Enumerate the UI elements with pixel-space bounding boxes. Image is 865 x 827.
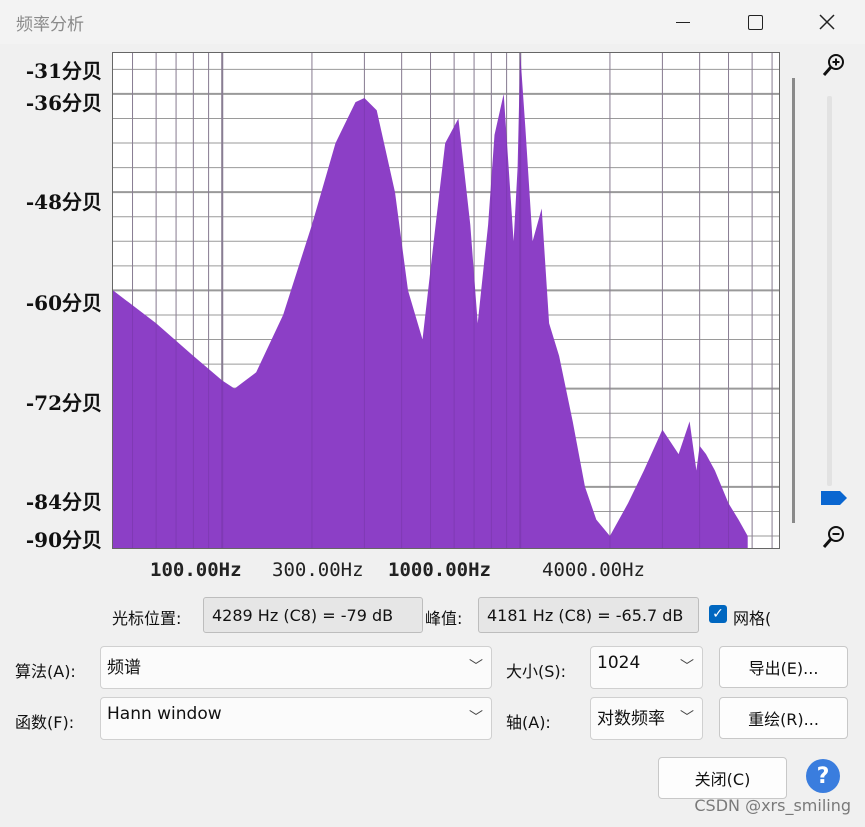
axis-label: 轴(A): <box>506 713 551 732</box>
peak-field: 4181 Hz (C8) = -65.7 dB <box>478 597 699 633</box>
chevron-down-icon: ﹀ <box>469 710 483 726</box>
minimize-icon <box>676 21 690 23</box>
y-tick-label: -36分贝 <box>25 91 102 115</box>
chevron-down-icon: ﹀ <box>680 659 694 675</box>
peak-label: 峰值: <box>425 609 463 628</box>
plot-scrollbar[interactable] <box>792 78 795 523</box>
zoom-slider-thumb[interactable] <box>820 490 848 506</box>
window-title: 频率分析 <box>16 15 84 35</box>
function-value: Hann window <box>107 704 222 724</box>
close-button[interactable]: 关闭(C) <box>658 757 787 799</box>
zoom-slider-track[interactable] <box>827 96 832 486</box>
grid-checkbox[interactable]: ✓ <box>709 605 727 623</box>
y-tick-label: -31分贝 <box>25 59 102 83</box>
y-tick-label: -84分贝 <box>25 490 102 514</box>
maximize-icon <box>747 14 763 30</box>
algorithm-select[interactable]: 频谱 ﹀ <box>100 646 492 689</box>
x-tick-label: 100.00Hz <box>150 559 242 581</box>
y-tick-label: -48分贝 <box>25 190 102 214</box>
zoom-in-icon[interactable] <box>822 52 846 78</box>
checkmark-icon: ✓ <box>712 606 724 622</box>
algorithm-value: 频谱 <box>107 658 141 678</box>
y-tick-label: -90分贝 <box>25 528 102 552</box>
replot-button[interactable]: 重绘(R)... <box>719 697 848 739</box>
y-tick-label: -60分贝 <box>25 291 102 315</box>
size-select[interactable]: 1024 ﹀ <box>590 646 703 689</box>
minimize-button[interactable] <box>660 6 706 38</box>
size-label: 大小(S): <box>506 662 567 681</box>
cursor-position-field: 4289 Hz (C8) = -79 dB <box>203 597 423 633</box>
axis-value: 对数频率 <box>597 709 665 729</box>
size-value: 1024 <box>597 653 641 673</box>
spectrum-plot[interactable] <box>112 52 780 549</box>
function-select[interactable]: Hann window ﹀ <box>100 697 492 740</box>
close-icon <box>819 14 835 30</box>
cursor-position-label: 光标位置: <box>112 609 182 628</box>
spectrum-svg <box>113 53 779 548</box>
help-button[interactable]: ? <box>806 759 840 793</box>
watermark: CSDN @xrs_smiling <box>694 796 851 815</box>
export-button[interactable]: 导出(E)... <box>719 646 848 688</box>
zoom-out-icon[interactable] <box>822 524 846 550</box>
x-tick-label: 4000.00Hz <box>542 559 645 581</box>
y-tick-label: -72分贝 <box>25 391 102 415</box>
close-window-button[interactable] <box>804 6 850 38</box>
chevron-down-icon: ﹀ <box>680 710 694 726</box>
help-icon: ? <box>816 763 830 789</box>
grid-label: 网格( <box>733 609 772 628</box>
x-tick-label: 300.00Hz <box>272 559 364 581</box>
x-tick-label: 1000.00Hz <box>388 559 491 581</box>
function-label: 函数(F): <box>15 713 75 732</box>
chevron-down-icon: ﹀ <box>469 659 483 675</box>
axis-select[interactable]: 对数频率 ﹀ <box>590 697 703 740</box>
maximize-button[interactable] <box>732 6 778 38</box>
algorithm-label: 算法(A): <box>15 662 76 681</box>
